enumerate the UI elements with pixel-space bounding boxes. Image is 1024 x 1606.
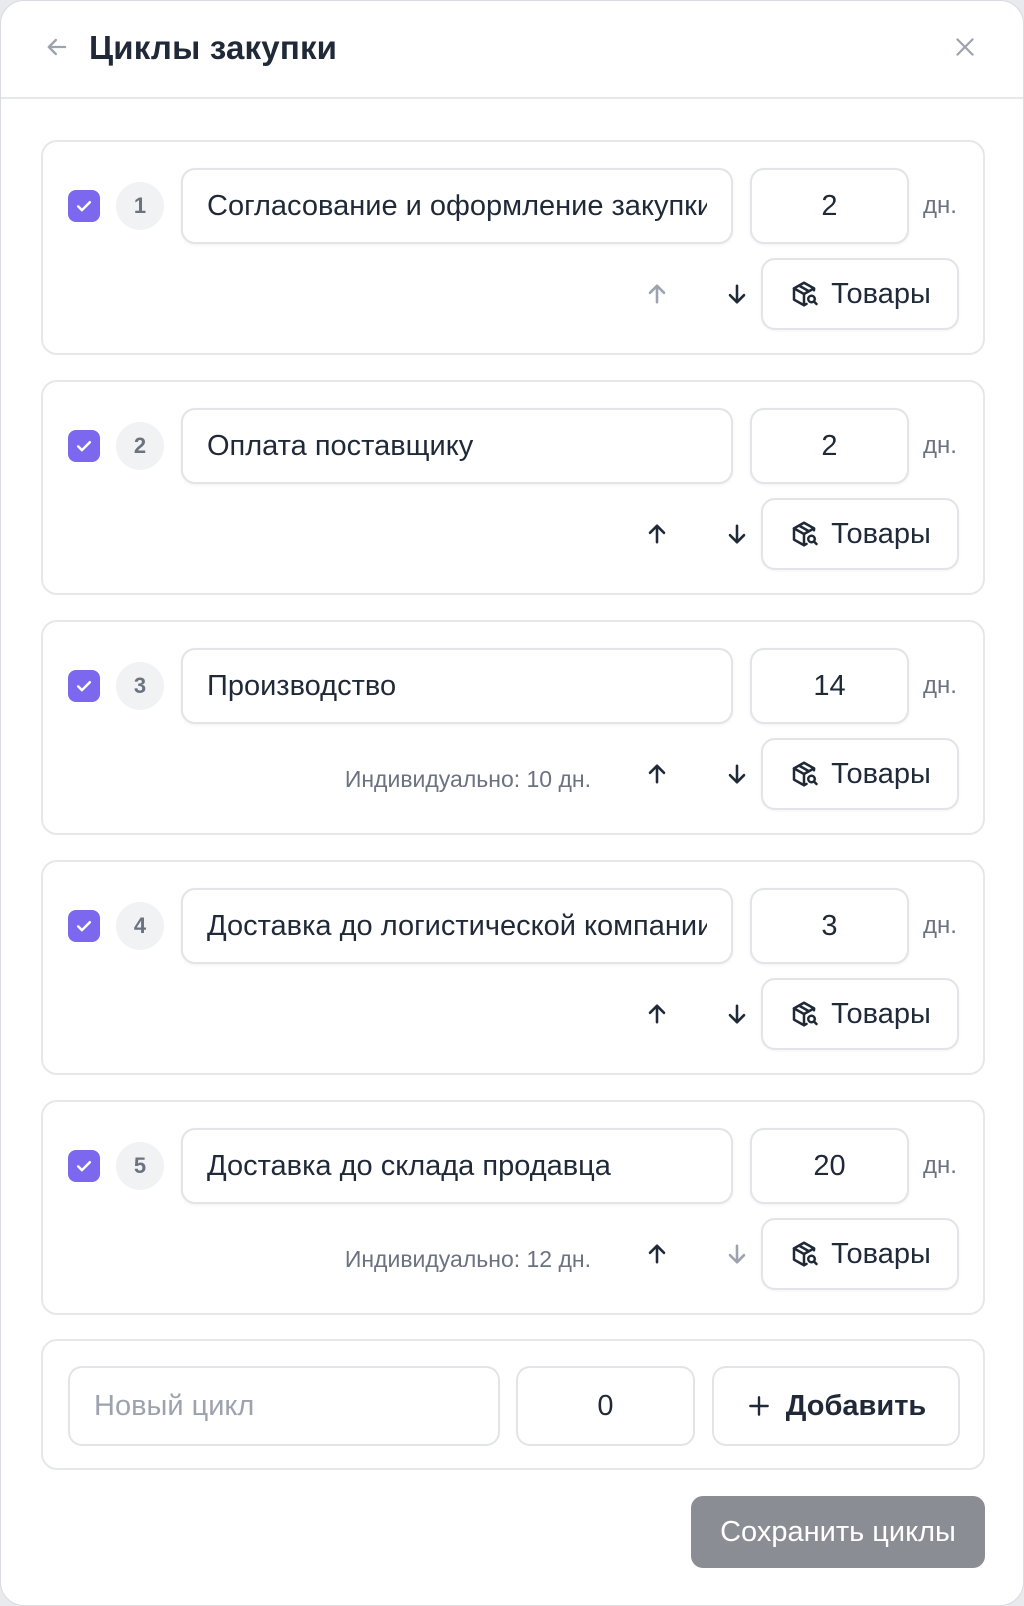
goods-button-label: Товары: [831, 1237, 931, 1270]
arrow-down-icon: [728, 284, 746, 304]
cycle-checkbox[interactable]: [68, 1150, 100, 1182]
goods-button[interactable]: Товары: [761, 498, 959, 570]
checkmark-icon: [76, 681, 92, 692]
close-icon: [956, 38, 974, 56]
checkmark-icon: [76, 921, 92, 932]
move-down-button[interactable]: [713, 990, 761, 1038]
package-search-icon: [792, 761, 818, 787]
arrow-left-icon: [47, 38, 67, 56]
cycle-number-badge: 2: [116, 422, 164, 470]
days-unit-label: дн.: [923, 432, 957, 459]
cycle-name-input[interactable]: [181, 888, 733, 964]
goods-button[interactable]: Товары: [761, 738, 959, 810]
arrow-up-icon: [648, 284, 666, 304]
cycle-days-input[interactable]: [750, 888, 909, 964]
move-up-button[interactable]: [633, 750, 681, 798]
move-down-button[interactable]: [713, 510, 761, 558]
cycle-days-input[interactable]: [750, 408, 909, 484]
cycle-card-3: 3 дн. Индивидуально: 10 дн. Товары: [41, 620, 985, 835]
plus-icon: [748, 1396, 769, 1416]
arrow-down-icon: [728, 764, 746, 784]
package-search-icon: [792, 1001, 818, 1027]
move-down-button[interactable]: [713, 1230, 761, 1278]
arrow-up-icon: [648, 1004, 666, 1024]
individual-days-note: Индивидуально: 10 дн.: [344, 766, 591, 792]
add-cycle-label: Добавить: [785, 1389, 927, 1422]
page-title: Циклы закупки: [89, 29, 338, 66]
goods-button-label: Товары: [831, 277, 931, 310]
cycle-name-input[interactable]: [181, 168, 733, 244]
move-down-button[interactable]: [713, 750, 761, 798]
back-button[interactable]: [37, 27, 77, 67]
move-up-button[interactable]: [633, 1230, 681, 1278]
goods-button-label: Товары: [831, 757, 931, 790]
goods-button[interactable]: Товары: [761, 978, 959, 1050]
goods-button-label: Товары: [831, 997, 931, 1030]
cycle-card-1: 1 дн. Товары: [41, 140, 985, 355]
move-up-button[interactable]: [633, 990, 681, 1038]
modal-header: Циклы закупки: [1, 1, 1023, 99]
cycle-checkbox[interactable]: [68, 910, 100, 942]
checkmark-icon: [76, 201, 92, 212]
cycle-name-input[interactable]: [181, 1128, 733, 1204]
cycle-days-input[interactable]: [750, 168, 909, 244]
purchase-cycles-modal: Циклы закупки 1 дн. Тов: [0, 0, 1024, 1606]
move-up-button[interactable]: [633, 270, 681, 318]
package-search-icon: [792, 1241, 818, 1267]
days-unit-label: дн.: [923, 672, 957, 699]
cycle-card-5: 5 дн. Индивидуально: 12 дн. Товары: [41, 1100, 985, 1315]
arrow-up-icon: [648, 1244, 666, 1264]
new-cycle-days-input[interactable]: [516, 1366, 695, 1446]
cycle-number-badge: 3: [116, 662, 164, 710]
cycle-list: 1 дн. Товары 2 дн.: [41, 140, 985, 1340]
package-search-icon: [792, 281, 818, 307]
new-cycle-name-input[interactable]: [68, 1366, 500, 1446]
arrow-up-icon: [648, 764, 666, 784]
cycle-card-4: 4 дн. Товары: [41, 860, 985, 1075]
cycle-name-input[interactable]: [181, 408, 733, 484]
cycle-card-2: 2 дн. Товары: [41, 380, 985, 595]
cycle-days-input[interactable]: [750, 1128, 909, 1204]
cycle-checkbox[interactable]: [68, 670, 100, 702]
cycle-name-input[interactable]: [181, 648, 733, 724]
package-search-icon: [792, 521, 818, 547]
move-down-button[interactable]: [713, 270, 761, 318]
individual-days-note: Индивидуально: 12 дн.: [344, 1246, 591, 1272]
checkmark-icon: [76, 441, 92, 452]
arrow-down-icon: [728, 1244, 746, 1264]
goods-button[interactable]: Товары: [761, 1218, 959, 1290]
move-up-button[interactable]: [633, 510, 681, 558]
close-button[interactable]: [945, 27, 985, 67]
cycle-number-badge: 5: [116, 1142, 164, 1190]
checkmark-icon: [76, 1161, 92, 1172]
save-cycles-button[interactable]: Сохранить циклы: [691, 1496, 985, 1568]
arrow-down-icon: [728, 1004, 746, 1024]
arrow-down-icon: [728, 524, 746, 544]
cycle-days-input[interactable]: [750, 648, 909, 724]
days-unit-label: дн.: [923, 1152, 957, 1179]
new-cycle-row: Добавить: [41, 1339, 985, 1470]
goods-button[interactable]: Товары: [761, 258, 959, 330]
days-unit-label: дн.: [923, 912, 957, 939]
cycle-number-badge: 4: [116, 902, 164, 950]
cycle-number-badge: 1: [116, 182, 164, 230]
cycle-checkbox[interactable]: [68, 190, 100, 222]
days-unit-label: дн.: [923, 192, 957, 219]
goods-button-label: Товары: [831, 517, 931, 550]
cycle-checkbox[interactable]: [68, 430, 100, 462]
arrow-up-icon: [648, 524, 666, 544]
add-cycle-button[interactable]: Добавить: [712, 1366, 960, 1446]
